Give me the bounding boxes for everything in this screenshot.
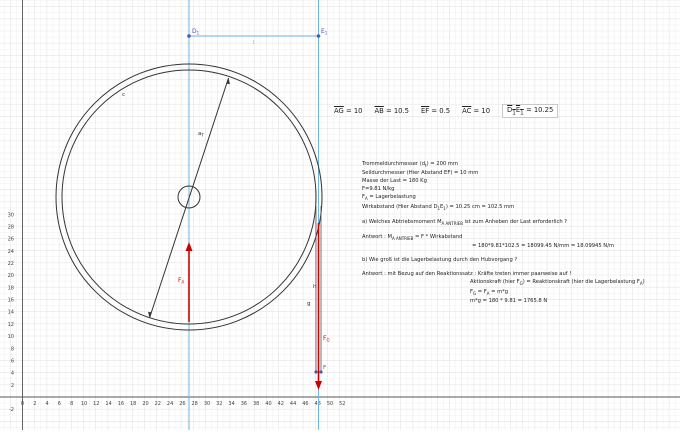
y-tick-label: 8 <box>11 346 14 352</box>
circle-c-label: c <box>122 92 125 98</box>
length-readouts: AG = 10 AB = 10.5 EF = 0.5 AC = 10 D1E1 … <box>334 103 559 119</box>
x-tick-label: 44 <box>290 401 296 407</box>
answer-b-line4: m*g = 180 * 9.81 = 1765.8 N <box>470 297 548 304</box>
x-tick-label: 48 <box>315 401 321 407</box>
point-d1-label: D1 <box>192 28 200 36</box>
y-tick-label: 26 <box>8 237 14 243</box>
x-tick-label: 52 <box>339 401 345 407</box>
x-tick-label: 38 <box>253 401 259 407</box>
answer-b-line2: Aktionskraft (hier FG) = Reaktionskraft … <box>470 279 645 287</box>
x-tick-label: 8 <box>70 401 73 407</box>
info-rope-diameter: Seildurchmesser (Hier Abstand EF) = 10 m… <box>362 170 479 177</box>
force-fg-arrowhead <box>315 381 322 390</box>
y-tick-label: 4 <box>11 371 14 377</box>
question-b: b) Wie groß ist die Lagerbelastung durch… <box>362 257 518 264</box>
y-tick-label: 10 <box>8 334 14 340</box>
y-tick-label: 2 <box>11 383 14 389</box>
length-ab[interactable]: AB = 10.5 <box>375 107 410 115</box>
x-tick-label: 24 <box>167 401 173 407</box>
answer-a-line1: Antwort : MA ANTRIEB = F * Wirkabstand <box>362 234 463 242</box>
info-mass: Masse der Last = 180 Kg <box>362 178 427 185</box>
x-tick-label: 2 <box>33 401 36 407</box>
x-tick-label: 40 <box>265 401 271 407</box>
info-drum-diameter: Trommeldurchmesser (dt) = 200 mm <box>362 161 458 169</box>
length-d1e1[interactable]: D1E1 = 10.25 <box>502 103 559 119</box>
info-bearing-load: FA = Lagerbelastung <box>362 194 416 202</box>
x-tick-label: 42 <box>278 401 284 407</box>
x-tick-label: 22 <box>155 401 161 407</box>
y-tick-label: 14 <box>8 310 14 316</box>
x-tick-label: 18 <box>130 401 136 407</box>
point-d1[interactable] <box>187 34 191 38</box>
x-tick-label: 6 <box>58 401 61 407</box>
y-tick-label: 16 <box>8 298 14 304</box>
x-tick-label: 50 <box>327 401 333 407</box>
info-lever-arm: Wirkabstand (Hier Abstand D1E1) = 10.25 … <box>362 203 515 211</box>
x-tick-label: 4 <box>46 401 49 407</box>
force-fa-label: FA <box>178 277 184 285</box>
question-a: a) Welches Abtriebsmoment MA ANTRIEB ist… <box>362 218 568 226</box>
x-tick-label: 10 <box>81 401 87 407</box>
y-tick-label: 20 <box>8 273 14 279</box>
answer-a-line2: = 180*9.81*102.5 = 18099.45 N/mm = 18.09… <box>472 243 614 250</box>
length-ag[interactable]: AG = 10 <box>334 107 363 115</box>
x-tick-label: 20 <box>142 401 148 407</box>
segment-g-label: g <box>307 301 311 307</box>
geometry-canvas[interactable]: 0 2 4 6 8 10 12 14 16 18 20 22 24 26 28 30 32 34 36 38 40 42 4… <box>0 0 680 430</box>
x-tick-label: 36 <box>241 401 247 407</box>
answer-b-line3: FG = FA = m*g <box>470 288 509 296</box>
y-tick-label: 18 <box>8 285 14 291</box>
x-tick-label: 26 <box>179 401 185 407</box>
axis-tick-labels: 0 2 4 6 8 10 12 14 16 18 20 22 24 26 28 30 32 34 36 38 40 42 4… <box>8 212 346 413</box>
point-e1[interactable] <box>316 34 321 38</box>
info-gravity: F=9.81 N/kg <box>362 186 395 193</box>
point-e[interactable] <box>314 370 318 374</box>
answer-b-line1: Antwort : mit Bezug auf den Reaktionssat… <box>362 271 572 278</box>
y-tick-label: 22 <box>8 261 14 267</box>
x-tick-label: 34 <box>228 401 234 407</box>
x-tick-label: 12 <box>93 401 99 407</box>
y-tick-label: 12 <box>8 322 14 328</box>
y-tick-label: 28 <box>8 224 14 230</box>
x-tick-label: 28 <box>192 401 198 407</box>
point-e1-label: E1 <box>321 28 328 36</box>
problem-text-block[interactable]: Trommeldurchmesser (dt) = 200 mm Seildur… <box>362 160 645 305</box>
y-tick-label: 6 <box>11 358 14 364</box>
x-tick-label: 14 <box>105 401 111 407</box>
x-tick-label: 32 <box>216 401 222 407</box>
x-tick-label: 46 <box>302 401 308 407</box>
x-tick-label: 16 <box>118 401 124 407</box>
point-f-label: F <box>323 365 326 371</box>
y-tick-label: 24 <box>8 249 14 255</box>
radius-label: aT <box>198 131 204 138</box>
x-tick-label: 0 <box>21 401 24 407</box>
length-ac[interactable]: AC = 10 <box>462 107 490 115</box>
y-tick-label: 30 <box>8 212 14 218</box>
segment-h-label: h <box>313 284 317 290</box>
force-fa-arrowhead <box>185 242 193 251</box>
x-tick-label: 30 <box>204 401 210 407</box>
y-tick-label: -2 <box>9 407 14 413</box>
length-ef[interactable]: EF = 0.5 <box>421 107 450 115</box>
